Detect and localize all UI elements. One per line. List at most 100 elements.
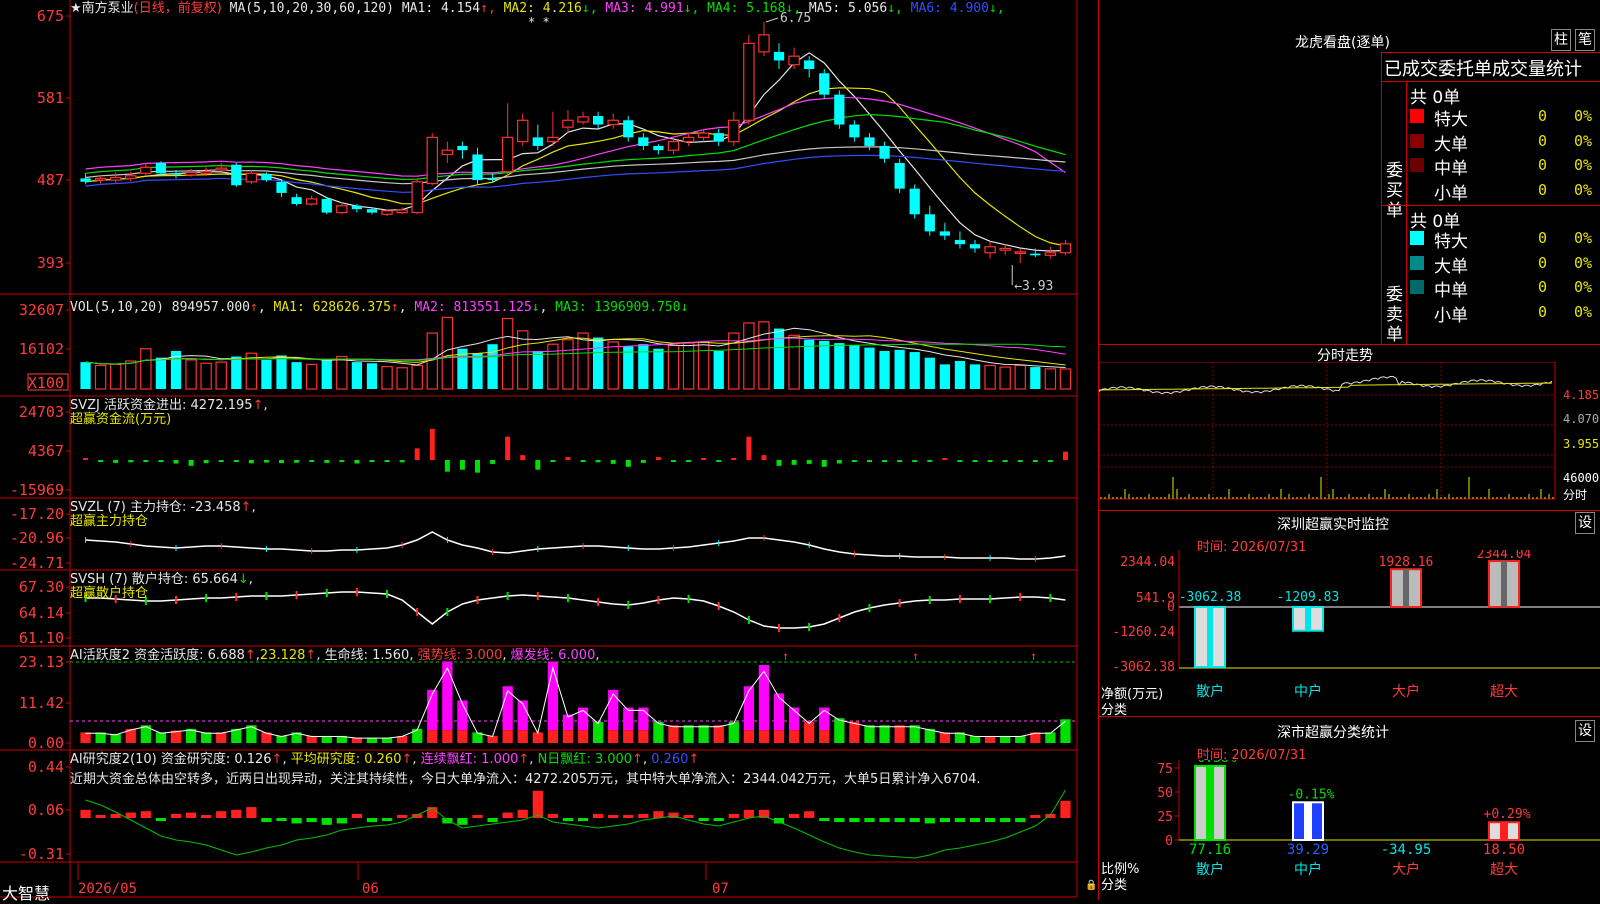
vol-bar — [80, 362, 91, 389]
ai2-bar — [336, 818, 347, 824]
order-title: 已成交委托单成交量统计 — [1384, 59, 1582, 80]
svzj-bar — [535, 460, 541, 470]
vol-bar — [864, 347, 875, 389]
ai2-v2: 平均研究度: 0.260 — [290, 752, 402, 767]
ai1-bar-base — [442, 730, 453, 743]
candle-body — [592, 116, 604, 125]
ai2-bar — [592, 813, 604, 818]
ai1-bar-base — [502, 730, 513, 743]
svzj-bar — [625, 460, 631, 467]
ai1-bar-base — [547, 730, 559, 743]
ai2-bar — [95, 815, 106, 818]
chart-area[interactable]: 6.75 ←3.93 ↑ ↑ ↑ ★南方泵业(日线，前复权) MA(5,10,20,30… — [0, 0, 1098, 903]
svzj-bar — [279, 460, 285, 464]
candle-body — [894, 163, 905, 189]
vol-bar — [849, 345, 860, 389]
candle-body — [487, 178, 498, 181]
ai1-bar-base — [517, 730, 528, 743]
candle-body — [909, 188, 920, 215]
sz-value-1: -1209.83 — [1277, 590, 1340, 605]
vol-bar — [577, 332, 589, 390]
ai2-bar — [984, 818, 996, 823]
ai2-bar — [502, 812, 513, 818]
svzj-bar — [444, 460, 450, 472]
candle-body — [577, 116, 589, 123]
ai1-bar — [1045, 732, 1056, 743]
svsh-subtitle: 超赢散户持仓 — [70, 586, 149, 601]
sz-bar-core-2 — [1403, 569, 1409, 607]
ai2-bar — [291, 818, 302, 824]
buy-row-count-1: 0 — [1538, 131, 1548, 150]
ai1-bar-top — [502, 686, 513, 731]
candle-body — [155, 163, 167, 174]
svzj-bar — [475, 460, 481, 473]
cls-bar-core-3 — [1500, 822, 1508, 840]
ai1-bar-top — [773, 693, 785, 731]
sell-row-count-2: 0 — [1538, 278, 1548, 296]
pen-mode-button[interactable]: 笔 — [1575, 29, 1595, 51]
ai1-v5: 爆发线: 6.000 — [510, 648, 596, 663]
sz-value-0: -3062.38 — [1179, 590, 1242, 605]
vol-bar — [140, 348, 152, 390]
svzj-bar — [882, 460, 888, 462]
sell-row-pct-1: 0% — [1574, 253, 1593, 272]
cls-settings-button[interactable]: 设 — [1575, 720, 1595, 742]
svzj-y-tick-2: -15969 — [9, 481, 64, 499]
cls-cat-0: 散户 — [1196, 861, 1224, 878]
candle-body — [1044, 252, 1057, 256]
svzj-bar — [1017, 460, 1023, 462]
svzj-bar — [580, 460, 586, 462]
buy-row-count-2: 0 — [1538, 156, 1548, 174]
cls-value-2: -34.95 — [1381, 842, 1432, 858]
svzj-bar — [701, 458, 707, 460]
ai1-v2: 23.128 — [259, 648, 306, 663]
svzj-bar — [98, 460, 104, 462]
bar-mode-button[interactable]: 柱 — [1551, 29, 1571, 51]
ai2-bar — [638, 813, 649, 818]
intraday-chart[interactable] — [1099, 362, 1600, 510]
ai1-value: AI活跃度2 资金活跃度: 6.688 — [70, 648, 245, 663]
ai2-bar — [125, 812, 136, 818]
vol-bar — [969, 364, 981, 389]
ai1-y-tick-1: 11.42 — [18, 694, 64, 712]
svzj-bar — [912, 460, 918, 462]
intraday-price-line — [1099, 376, 1553, 395]
candle-body — [969, 244, 981, 249]
ai2-bar — [321, 818, 332, 825]
buy-row-name-1: 大单 — [1434, 134, 1468, 155]
lock-icon[interactable]: 🔒 — [1085, 880, 1097, 891]
intraday-tick-3: 46000 — [1563, 471, 1600, 485]
ai1-v3: 生命线: 1.560 — [324, 648, 410, 663]
vol-bar — [758, 321, 770, 390]
ai2-bar — [170, 813, 182, 818]
vol-y-tick-1: 16102 — [18, 340, 64, 358]
svzj-bar — [173, 460, 179, 464]
period-label[interactable]: (日线，前复权) — [134, 1, 222, 16]
ai2-bar — [397, 815, 408, 818]
candle-body — [819, 73, 830, 95]
cls-y-tick-3: 0 — [1165, 834, 1173, 849]
ai1-bar — [592, 721, 604, 743]
ai1-bar — [728, 721, 739, 743]
buy-row-pct-3: 0% — [1574, 180, 1593, 199]
ai2-bar — [969, 818, 981, 823]
ai1-bar — [110, 734, 121, 743]
candle-body — [758, 34, 770, 53]
buy-row-pct-0: 0% — [1574, 107, 1593, 125]
ai1-y-tick-2: 0.00 — [27, 734, 64, 752]
cls-value-3: 18.50 — [1483, 842, 1525, 858]
cls-top-3: +0.29% — [1484, 807, 1531, 822]
stock-name[interactable]: ★南方泵业 — [70, 1, 134, 16]
vol-bar — [592, 337, 604, 389]
buy-row-count-0: 0 — [1538, 107, 1548, 125]
ai1-bar-top — [608, 689, 619, 731]
ai2-bar — [562, 818, 574, 821]
intraday-tick-1: 4.070 — [1563, 412, 1600, 426]
ai2-v5: 0.260 — [651, 752, 689, 767]
ma-label-1: MA1: 4.154 — [401, 1, 481, 16]
vol-bar — [291, 362, 302, 389]
ai2-bar — [804, 811, 815, 818]
candle-body — [713, 133, 724, 142]
sell-side-label: 委卖单 — [1386, 285, 1403, 345]
sz-settings-button[interactable]: 设 — [1575, 512, 1595, 534]
